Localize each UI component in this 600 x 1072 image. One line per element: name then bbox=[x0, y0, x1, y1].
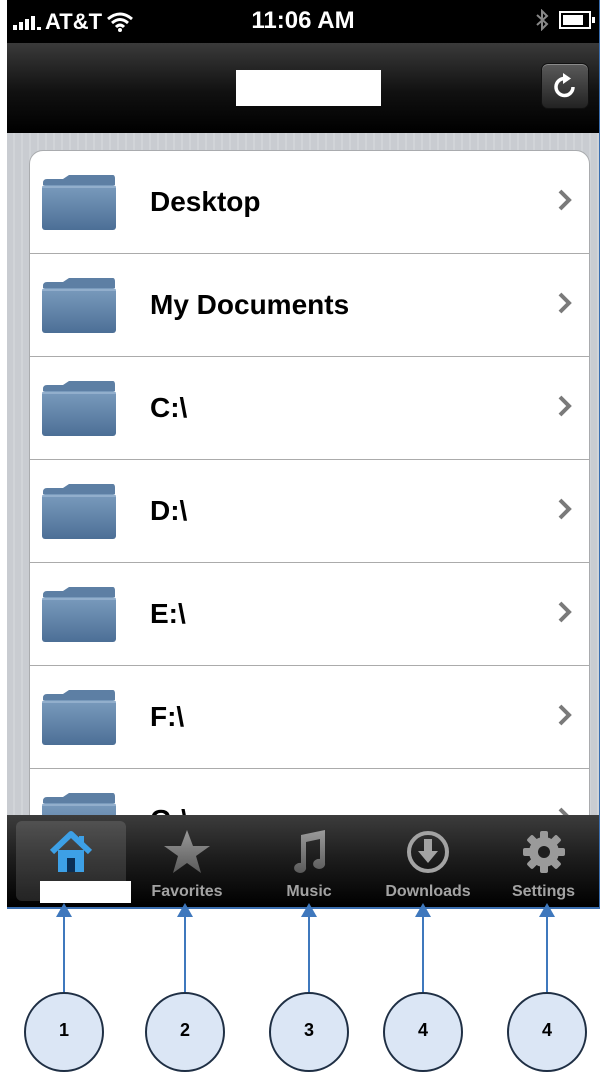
folder-label: D:\ bbox=[150, 495, 188, 526]
chevron-right-icon bbox=[558, 292, 572, 314]
folder-label: My Documents bbox=[150, 289, 350, 320]
tab-label: Favorites bbox=[151, 883, 223, 900]
folder-icon bbox=[42, 690, 116, 745]
status-bar: AT&T 11:06 AM bbox=[7, 0, 599, 43]
callout-arrowhead-3 bbox=[301, 903, 317, 917]
music-note-icon bbox=[250, 829, 368, 875]
callout-arrow-3 bbox=[308, 917, 310, 993]
chevron-right-icon bbox=[558, 395, 572, 417]
folder-icon bbox=[42, 278, 116, 333]
chevron-right-icon bbox=[558, 189, 572, 211]
tab-label-redacted bbox=[40, 881, 131, 903]
folder-row-d-drive[interactable]: D:\ bbox=[30, 460, 589, 563]
callout-arrow-5 bbox=[546, 917, 548, 993]
folder-label: Desktop bbox=[150, 186, 261, 217]
folder-icon bbox=[42, 484, 116, 539]
status-time: 11:06 AM bbox=[251, 7, 355, 34]
callout-arrowhead-4 bbox=[415, 903, 431, 917]
folder-icon bbox=[42, 381, 116, 436]
callout-badge-4: 4 bbox=[383, 992, 463, 1072]
folder-row-e-drive[interactable]: E:\ bbox=[30, 563, 589, 666]
gear-icon bbox=[488, 829, 599, 875]
tab-favorites[interactable]: Favorites bbox=[128, 815, 246, 907]
tab-label: Settings bbox=[511, 883, 576, 900]
tab-home[interactable] bbox=[16, 821, 131, 903]
tab-label: Downloads bbox=[385, 883, 471, 900]
folder-list-area: Desktop My Documents C:\ D:\ E:\ F:\ bbox=[7, 133, 599, 852]
tab-music[interactable]: Music bbox=[250, 815, 368, 907]
callout-arrow-4 bbox=[422, 917, 424, 993]
status-right bbox=[535, 9, 595, 31]
folder-row-desktop[interactable]: Desktop bbox=[30, 151, 589, 254]
tab-label: Music bbox=[286, 883, 332, 900]
tab-downloads[interactable]: Downloads bbox=[368, 815, 488, 907]
callout-badge-1: 1 bbox=[24, 992, 104, 1072]
navigation-bar bbox=[7, 43, 599, 133]
refresh-button[interactable] bbox=[541, 63, 589, 109]
download-icon bbox=[368, 829, 488, 875]
home-icon bbox=[16, 830, 126, 876]
folder-label: F:\ bbox=[150, 701, 185, 732]
folder-row-c-drive[interactable]: C:\ bbox=[30, 357, 589, 460]
callout-arrow-1 bbox=[63, 917, 65, 993]
chevron-right-icon bbox=[558, 704, 572, 726]
battery-icon bbox=[559, 11, 595, 29]
folder-label: C:\ bbox=[150, 392, 188, 423]
callout-badge-3: 3 bbox=[269, 992, 349, 1072]
folder-icon bbox=[42, 587, 116, 642]
bluetooth-icon bbox=[536, 9, 549, 31]
callout-arrow-2 bbox=[184, 917, 186, 993]
star-icon bbox=[128, 829, 246, 875]
nav-title-redacted bbox=[236, 70, 381, 106]
callout-arrowhead-2 bbox=[177, 903, 193, 917]
folder-label: E:\ bbox=[150, 598, 186, 629]
tab-settings[interactable]: Settings bbox=[488, 815, 599, 907]
callout-arrowhead-5 bbox=[539, 903, 555, 917]
folder-list: Desktop My Documents C:\ D:\ E:\ F:\ bbox=[29, 150, 590, 852]
callout-badge-2: 2 bbox=[145, 992, 225, 1072]
refresh-icon bbox=[554, 73, 575, 98]
callout-arrowhead-1 bbox=[56, 903, 72, 917]
chevron-right-icon bbox=[558, 498, 572, 520]
chevron-right-icon bbox=[558, 601, 572, 623]
tab-bar: Favorites Music Downloads Settings bbox=[7, 815, 599, 907]
folder-row-f-drive[interactable]: F:\ bbox=[30, 666, 589, 769]
folder-row-my-documents[interactable]: My Documents bbox=[30, 254, 589, 357]
folder-icon bbox=[42, 175, 116, 230]
phone-screen: AT&T 11:06 AM Desktop My Documents C:\ D… bbox=[7, 0, 600, 909]
callout-badge-5: 4 bbox=[507, 992, 587, 1072]
